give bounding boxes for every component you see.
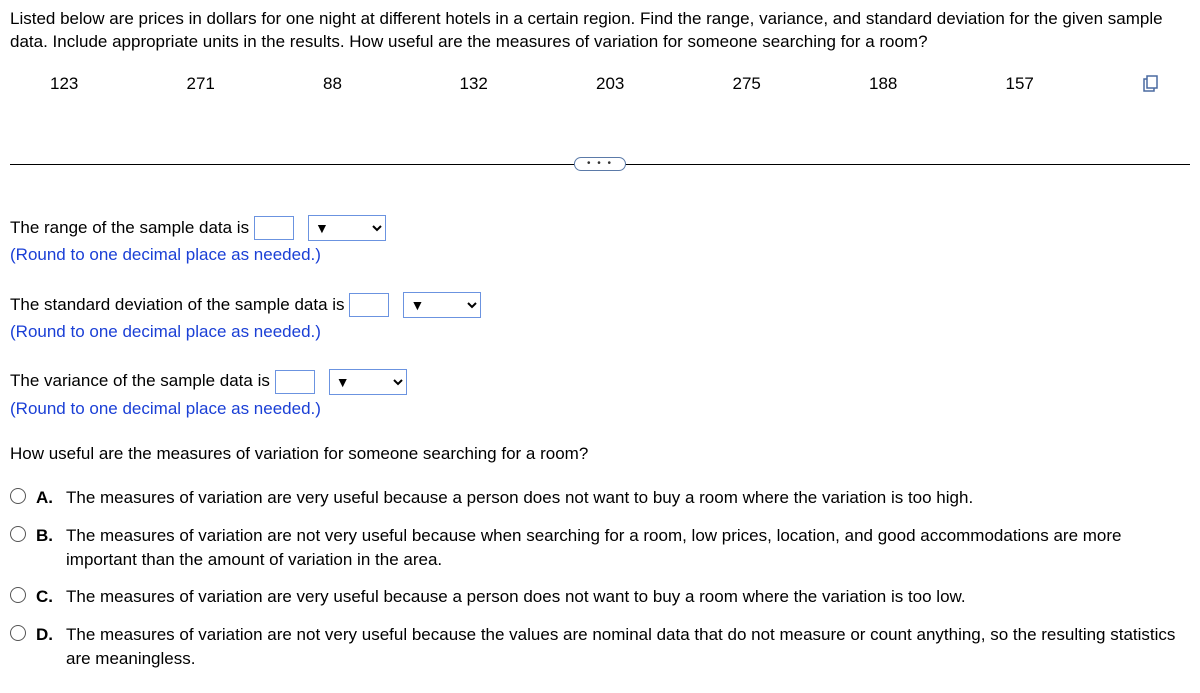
range-unit-select[interactable]: ▼: [308, 215, 386, 241]
followup-question: How useful are the measures of variation…: [10, 444, 1190, 464]
range-block: The range of the sample data is ▼ (Round…: [10, 214, 1190, 269]
data-value: 132: [460, 74, 597, 94]
data-value: 275: [733, 74, 870, 94]
option-row: C. The measures of variation are very us…: [10, 585, 1190, 609]
option-row: D. The measures of variation are not ver…: [10, 623, 1190, 671]
option-row: B. The measures of variation are not ver…: [10, 524, 1190, 572]
data-value: 271: [187, 74, 324, 94]
data-value: 188: [869, 74, 1006, 94]
data-value: 203: [596, 74, 733, 94]
variance-unit-select[interactable]: ▼: [329, 369, 407, 395]
copy-icon[interactable]: [1142, 75, 1160, 93]
question-intro: Listed below are prices in dollars for o…: [10, 8, 1190, 54]
stddev-hint: (Round to one decimal place as needed.): [10, 322, 321, 341]
radio-a[interactable]: [10, 488, 26, 504]
data-values-row: 123 271 88 132 203 275 188 157: [10, 74, 1190, 94]
radio-b[interactable]: [10, 526, 26, 542]
stddev-block: The standard deviation of the sample dat…: [10, 291, 1190, 346]
option-letter: B.: [36, 524, 56, 548]
variance-label: The variance of the sample data is: [10, 371, 275, 390]
data-value: 123: [50, 74, 187, 94]
option-text: The measures of variation are very usefu…: [66, 486, 1190, 510]
variance-input[interactable]: [275, 370, 315, 394]
range-hint: (Round to one decimal place as needed.): [10, 245, 321, 264]
data-value: 88: [323, 74, 460, 94]
option-letter: C.: [36, 585, 56, 609]
radio-d[interactable]: [10, 625, 26, 641]
range-input[interactable]: [254, 216, 294, 240]
range-label: The range of the sample data is: [10, 218, 254, 237]
variance-block: The variance of the sample data is ▼ (Ro…: [10, 367, 1190, 422]
option-text: The measures of variation are not very u…: [66, 524, 1190, 572]
stddev-label: The standard deviation of the sample dat…: [10, 295, 349, 314]
expand-pill[interactable]: • • •: [574, 157, 626, 171]
option-text: The measures of variation are very usefu…: [66, 585, 1190, 609]
option-letter: A.: [36, 486, 56, 510]
section-divider: • • •: [10, 154, 1190, 174]
option-letter: D.: [36, 623, 56, 647]
variance-hint: (Round to one decimal place as needed.): [10, 399, 321, 418]
stddev-input[interactable]: [349, 293, 389, 317]
stddev-unit-select[interactable]: ▼: [403, 292, 481, 318]
data-value: 157: [1006, 74, 1143, 94]
option-row: A. The measures of variation are very us…: [10, 486, 1190, 510]
radio-c[interactable]: [10, 587, 26, 603]
option-text: The measures of variation are not very u…: [66, 623, 1190, 671]
options-group: A. The measures of variation are very us…: [10, 486, 1190, 671]
